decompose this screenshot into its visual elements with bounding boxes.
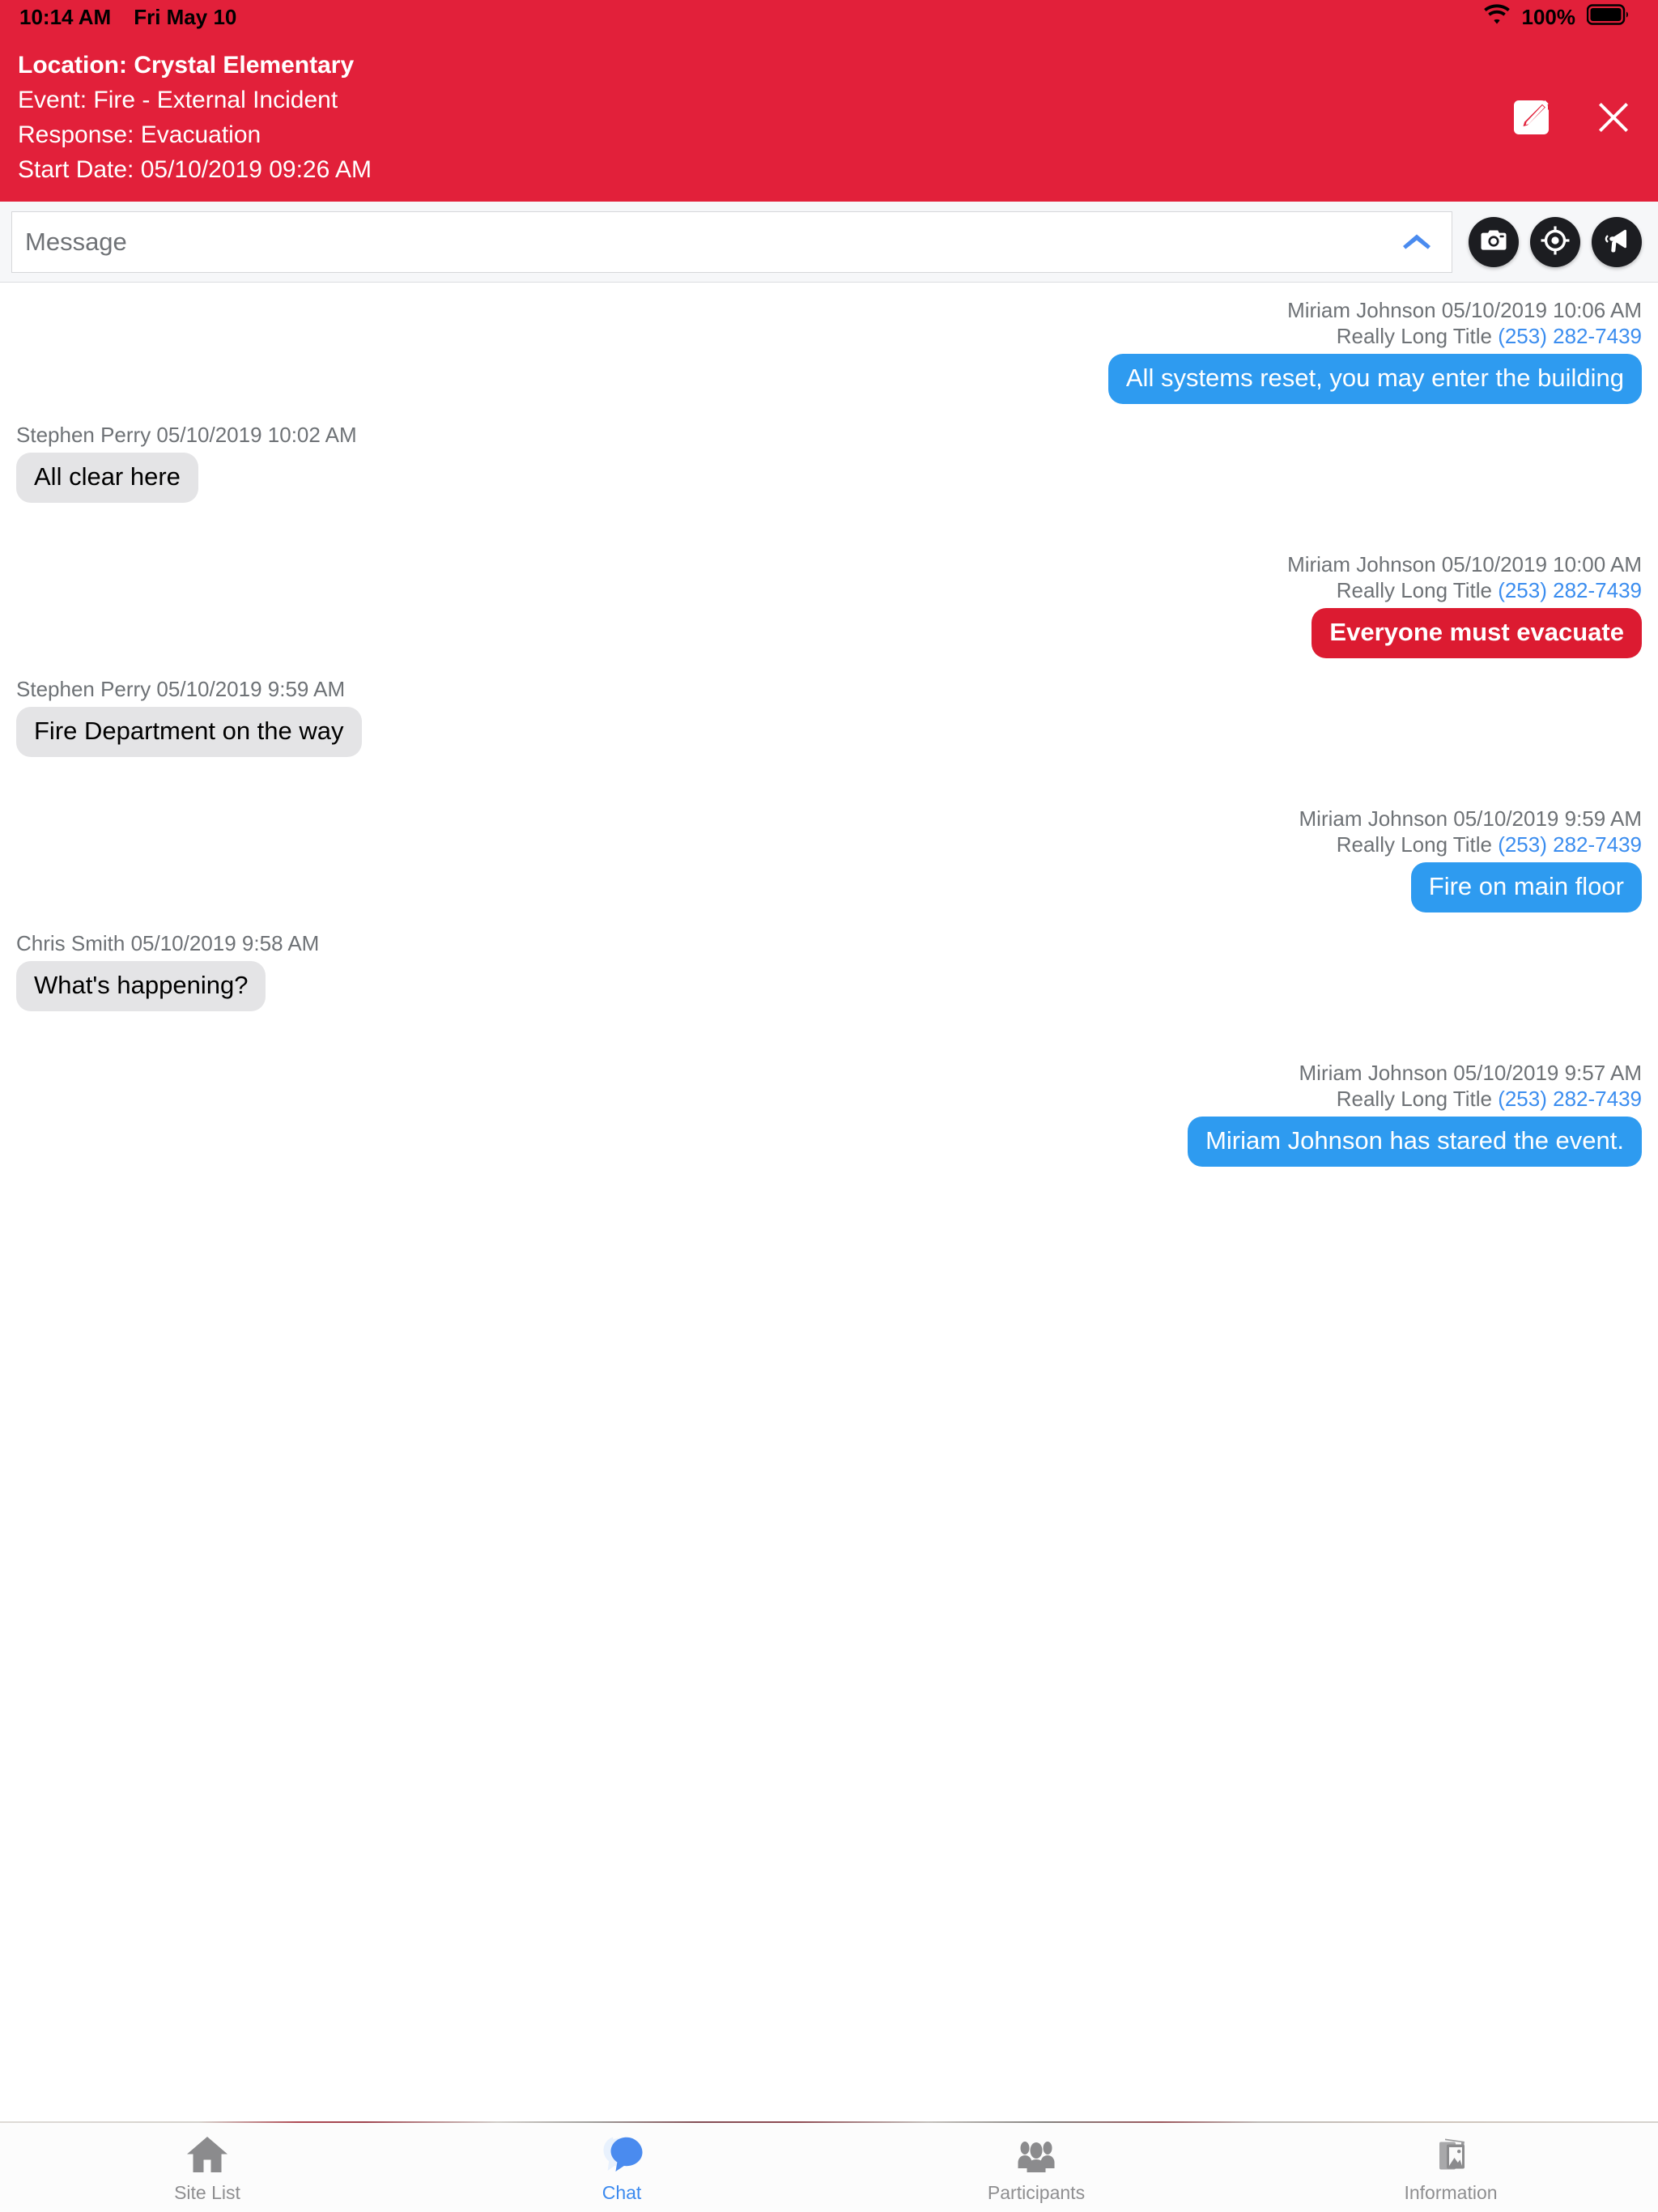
chat-message: Chris Smith 05/10/2019 9:58 AM What's hap… [16,930,1642,1011]
message-field[interactable] [11,211,1452,273]
megaphone-icon [1602,226,1631,257]
compose-edit-button[interactable] [1506,92,1556,145]
chat-bubble-icon [600,2134,644,2177]
chat-message: Stephen Perry 05/10/2019 10:02 AM All cle… [16,422,1642,503]
message-sender-phone[interactable]: (253) 282-7439 [1498,578,1642,602]
message-sender-title: Really Long Title [1336,324,1499,348]
incident-header: Location: Crystal Elementary Event: Fire… [0,34,1658,202]
chat-thread[interactable]: Miriam Johnson 05/10/2019 10:06 AM Really… [0,283,1658,2121]
tab-bar: Site List Chat Participants Information [0,2123,1658,2212]
tab-site-list-label: Site List [174,2182,240,2203]
chat-message: Miriam Johnson 05/10/2019 10:06 AM Really… [16,297,1642,404]
home-icon [185,2134,229,2177]
status-bar-right: 100% [1483,3,1631,31]
incident-start-date: Start Date: 05/10/2019 09:26 AM [18,156,372,183]
tab-bar-container: Site List Chat Participants Information [0,2121,1658,2212]
message-title-phone-line: Really Long Title (253) 282-7439 [1337,1086,1642,1112]
tab-participants[interactable]: Participants [829,2134,1244,2204]
chevron-up-icon[interactable] [1400,229,1434,254]
close-icon [1593,97,1634,140]
tab-chat-label: Chat [602,2182,642,2203]
message-title-phone-line: Really Long Title (253) 282-7439 [1337,577,1642,603]
incident-details: Location: Crystal Elementary Event: Fire… [18,42,372,187]
message-bubble[interactable]: Fire on main floor [1410,862,1642,912]
message-bubble[interactable]: All systems reset, you may enter the bui… [1107,354,1642,404]
composer-actions [1469,216,1645,267]
location-button[interactable] [1530,216,1580,267]
message-sender-line: Miriam Johnson 05/10/2019 9:59 AM [1299,806,1642,831]
target-location-icon [1541,226,1570,257]
message-sender-phone[interactable]: (253) 282-7439 [1498,1087,1642,1111]
people-icon [1014,2134,1058,2177]
message-sender-title: Really Long Title [1336,578,1499,602]
message-sender-phone[interactable]: (253) 282-7439 [1498,832,1642,857]
message-sender-title: Really Long Title [1336,1087,1499,1111]
message-sender-line: Stephen Perry 05/10/2019 10:02 AM [16,423,357,447]
chat-message: Miriam Johnson 05/10/2019 9:57 AM Really … [16,1060,1642,1167]
chat-message: Miriam Johnson 05/10/2019 10:00 AM Really… [16,551,1642,658]
message-sender-title: Really Long Title [1336,832,1499,857]
message-composer [0,202,1658,283]
battery-percent: 100% [1521,4,1576,29]
message-sender-line: Stephen Perry 05/10/2019 9:59 AM [16,677,346,701]
message-title-phone-line: Really Long Title (253) 282-7439 [1337,323,1642,349]
tab-site-list[interactable]: Site List [0,2134,414,2204]
message-bubble[interactable]: Everyone must evacuate [1312,608,1642,658]
tab-participants-label: Participants [987,2182,1086,2203]
message-sender-line: Miriam Johnson 05/10/2019 10:06 AM [1287,298,1642,322]
battery-full-icon [1586,3,1630,31]
status-time: 10:14 AM [19,4,112,29]
incident-response: Response: Evacuation [18,121,261,148]
header-actions [1506,92,1634,145]
chat-message: Stephen Perry 05/10/2019 9:59 AM Fire Dep… [16,676,1642,757]
message-input[interactable] [25,227,1379,257]
compose-edit-icon [1506,92,1556,145]
wifi-icon [1483,3,1511,31]
tab-bar-divider [0,2121,1658,2123]
message-bubble[interactable]: What's happening? [16,961,266,1011]
tab-information-label: Information [1404,2182,1498,2203]
chat-message: Miriam Johnson 05/10/2019 9:59 AM Really … [16,806,1642,912]
message-title-phone-line: Really Long Title (253) 282-7439 [1337,832,1642,857]
camera-icon [1479,226,1508,257]
camera-button[interactable] [1469,216,1519,267]
message-sender-line: Miriam Johnson 05/10/2019 9:57 AM [1299,1061,1642,1085]
tab-chat[interactable]: Chat [414,2134,829,2204]
message-bubble[interactable]: Fire Department on the way [16,707,362,757]
photos-gallery-icon [1429,2134,1473,2177]
status-bar-left: 10:14 AM Fri May 10 [19,5,236,30]
message-sender-line: Miriam Johnson 05/10/2019 10:00 AM [1287,552,1642,576]
status-bar: 10:14 AM Fri May 10 100% [0,0,1658,34]
message-bubble[interactable]: Miriam Johnson has stared the event. [1188,1117,1642,1167]
incident-location: Location: Crystal Elementary [18,52,355,79]
close-button[interactable] [1593,97,1634,140]
incident-chat-screen: 10:14 AM Fri May 10 100% Location: Cryst… [0,0,1658,2212]
message-bubble[interactable]: All clear here [16,453,198,503]
broadcast-button[interactable] [1592,216,1642,267]
message-sender-phone[interactable]: (253) 282-7439 [1498,324,1642,348]
tab-information[interactable]: Information [1244,2134,1658,2204]
status-date: Fri May 10 [134,4,237,29]
incident-event: Event: Fire - External Incident [18,87,338,113]
message-sender-line: Chris Smith 05/10/2019 9:58 AM [16,931,320,955]
